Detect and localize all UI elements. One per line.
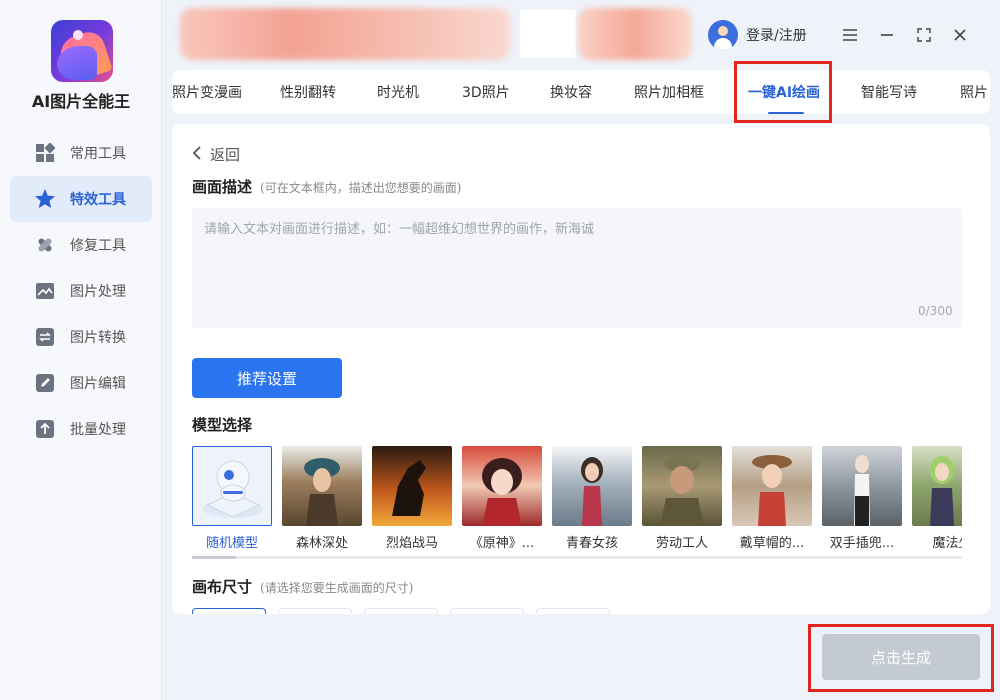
tab-smart-poetry[interactable]: 智能写诗 xyxy=(861,82,917,102)
close-icon[interactable] xyxy=(949,24,971,46)
model-list: 随机模型 森林深处 烈焰战马 《原神》... 青春女孩 劳动工人 戴草帽的...… xyxy=(192,446,962,556)
model-card-magic-girl[interactable]: 魔法少 xyxy=(912,446,962,551)
highlight-box-tab xyxy=(734,61,832,123)
sidebar: AI图片全能王 常用工具 特效工具 修复工具 图片处理 图片转换 图片编辑 批量… xyxy=(0,0,162,700)
description-hint: (可在文本框内，描述出您想要的画面) xyxy=(260,181,462,195)
street-thumbnail xyxy=(822,446,902,526)
highlight-box-generate xyxy=(808,624,994,692)
bandage-icon xyxy=(34,234,56,256)
canvas-hint: (请选择您要生成画面的尺寸) xyxy=(260,581,414,595)
canvas-size-options xyxy=(192,608,632,614)
canvas-size-option[interactable] xyxy=(278,608,352,614)
model-scrollbar-thumb[interactable] xyxy=(192,556,236,559)
main-panel: 返回 画面描述 (可在文本框内，描述出您想要的画面) 0/300 推荐设置 模型选… xyxy=(172,124,990,614)
grid-icon xyxy=(34,142,56,164)
banner-gap xyxy=(520,10,576,58)
sidebar-item-image-processing[interactable]: 图片处理 xyxy=(10,268,152,314)
blurred-promo xyxy=(578,8,692,60)
canvas-size-option[interactable] xyxy=(536,608,610,614)
sidebar-item-effects-tools[interactable]: 特效工具 xyxy=(10,176,152,222)
maximize-icon[interactable] xyxy=(913,24,935,46)
recommend-settings-button[interactable]: 推荐设置 xyxy=(192,358,342,398)
char-counter: 0/300 xyxy=(918,304,953,318)
model-card-genshin[interactable]: 《原神》... xyxy=(462,446,542,551)
sidebar-item-label: 图片编辑 xyxy=(70,376,126,392)
sidebar-item-batch-processing[interactable]: 批量处理 xyxy=(10,406,152,452)
tab-3d-photo[interactable]: 3D照片 xyxy=(462,82,510,102)
tab-time-machine[interactable]: 时光机 xyxy=(377,82,419,102)
sidebar-item-label: 特效工具 xyxy=(70,192,126,208)
upload-icon xyxy=(34,418,56,440)
worker-thumbnail xyxy=(642,446,722,526)
chevron-left-icon xyxy=(192,145,202,165)
straw-hat-thumbnail xyxy=(732,446,812,526)
back-button[interactable]: 返回 xyxy=(192,144,240,165)
tab-makeup[interactable]: 换妆容 xyxy=(550,82,592,102)
sidebar-item-image-edit[interactable]: 图片编辑 xyxy=(10,360,152,406)
tab-photo-more[interactable]: 照片 xyxy=(960,82,988,102)
avatar-icon xyxy=(708,20,738,50)
model-label: 青春女孩 xyxy=(565,536,618,551)
sidebar-item-label: 图片转换 xyxy=(70,330,126,346)
genshin-thumbnail xyxy=(462,446,542,526)
model-label: 森林深处 xyxy=(295,536,348,551)
robot-thumbnail xyxy=(192,446,272,526)
canvas-size-option[interactable] xyxy=(364,608,438,614)
sidebar-nav: 常用工具 特效工具 修复工具 图片处理 图片转换 图片编辑 批量处理 xyxy=(10,130,152,452)
model-label: 魔法少 xyxy=(932,536,962,551)
model-card-random[interactable]: 随机模型 xyxy=(192,446,272,551)
horse-thumbnail xyxy=(372,446,452,526)
model-label: 烈焰战马 xyxy=(385,536,438,551)
edit-icon xyxy=(34,372,56,394)
sidebar-item-label: 图片处理 xyxy=(70,284,126,300)
minimize-icon[interactable] xyxy=(876,24,898,46)
model-label: 《原神》... xyxy=(469,536,535,551)
model-label: 双手插兜... xyxy=(829,536,895,551)
model-label: 戴草帽的... xyxy=(739,536,805,551)
forest-thumbnail xyxy=(282,446,362,526)
canvas-title: 画布尺寸 xyxy=(192,578,253,596)
girl-thumbnail xyxy=(552,446,632,526)
tab-photo-frame[interactable]: 照片加相框 xyxy=(634,82,704,102)
description-section-title: 画面描述 (可在文本框内，描述出您想要的画面) xyxy=(192,176,461,197)
canvas-section-title: 画布尺寸 (请选择您要生成画面的尺寸) xyxy=(192,576,413,597)
image-icon xyxy=(34,280,56,302)
description-title: 画面描述 xyxy=(192,178,253,196)
app-name: AI图片全能王 xyxy=(31,92,131,111)
sidebar-item-common-tools[interactable]: 常用工具 xyxy=(10,130,152,176)
model-scrollbar[interactable] xyxy=(192,556,962,559)
blurred-banner xyxy=(180,8,510,60)
feature-tabs: 照片变漫画 性别翻转 时光机 3D照片 换妆容 照片加相框 一键AI绘画 智能写… xyxy=(172,70,990,114)
model-section-title: 模型选择 xyxy=(192,416,253,434)
tab-gender-swap[interactable]: 性别翻转 xyxy=(280,82,336,102)
sidebar-item-label: 常用工具 xyxy=(70,146,126,162)
app-logo xyxy=(51,20,113,82)
model-label: 劳动工人 xyxy=(655,536,708,551)
back-label: 返回 xyxy=(210,146,241,164)
model-card-forest[interactable]: 森林深处 xyxy=(282,446,362,551)
model-card-worker[interactable]: 劳动工人 xyxy=(642,446,722,551)
model-card-fire-horse[interactable]: 烈焰战马 xyxy=(372,446,452,551)
menu-icon[interactable] xyxy=(839,24,861,46)
model-card-hands-in-pockets[interactable]: 双手插兜... xyxy=(822,446,902,551)
convert-icon xyxy=(34,326,56,348)
login-button[interactable]: 登录/注册 xyxy=(708,20,807,50)
canvas-size-option[interactable] xyxy=(450,608,524,614)
model-card-straw-hat[interactable]: 戴草帽的... xyxy=(732,446,812,551)
model-label: 随机模型 xyxy=(205,536,258,551)
sidebar-item-label: 修复工具 xyxy=(70,238,126,254)
magic-girl-thumbnail xyxy=(912,446,962,526)
description-input[interactable] xyxy=(192,208,962,328)
sidebar-item-image-convert[interactable]: 图片转换 xyxy=(10,314,152,360)
top-bar: 登录/注册 xyxy=(172,6,992,62)
canvas-size-option[interactable] xyxy=(192,608,266,614)
login-label: 登录/注册 xyxy=(746,28,807,44)
model-card-youth-girl[interactable]: 青春女孩 xyxy=(552,446,632,551)
sidebar-item-label: 批量处理 xyxy=(70,422,126,438)
sidebar-item-repair-tools[interactable]: 修复工具 xyxy=(10,222,152,268)
tab-photo-to-cartoon[interactable]: 照片变漫画 xyxy=(172,82,242,102)
star-icon xyxy=(34,188,56,210)
